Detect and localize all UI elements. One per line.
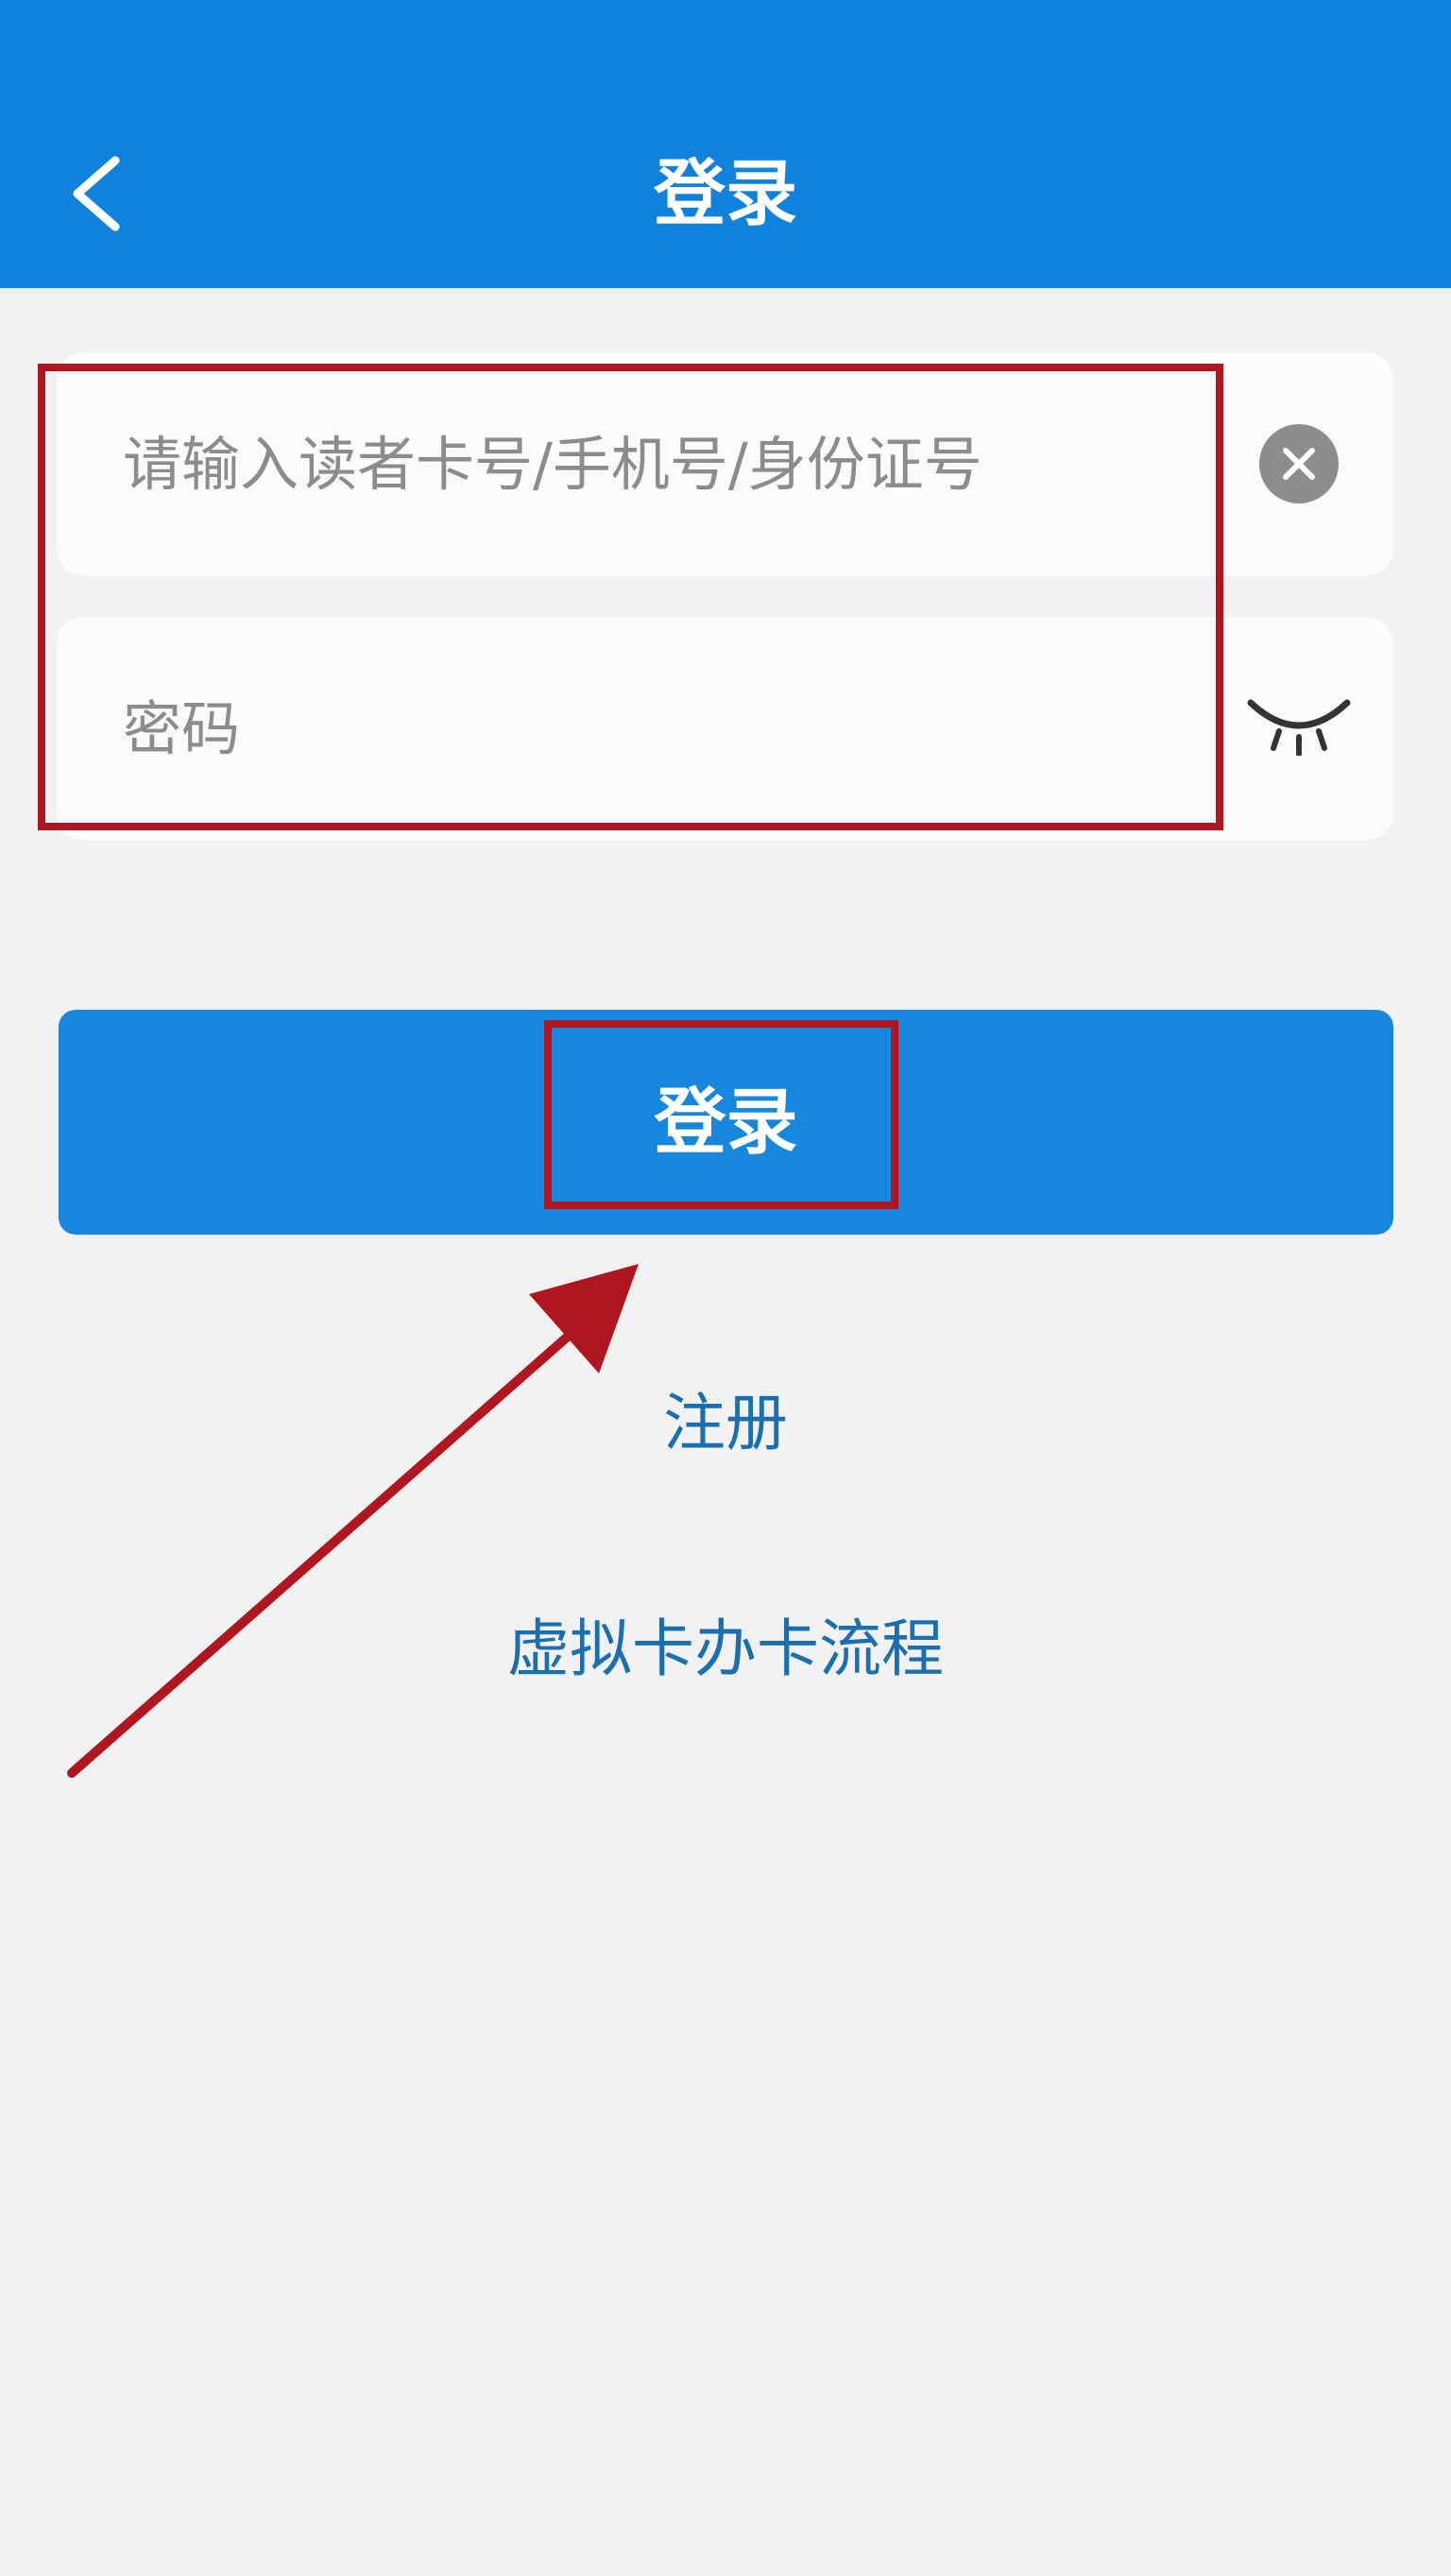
toggle-password-visibility-button[interactable] bbox=[1245, 690, 1353, 756]
login-button-label: 登录 bbox=[654, 1080, 798, 1164]
password-input[interactable] bbox=[123, 617, 1209, 840]
register-link[interactable]: 注册 bbox=[0, 1386, 1451, 1461]
page-title: 登录 bbox=[654, 151, 797, 235]
account-field bbox=[57, 352, 1393, 575]
eye-closed-icon bbox=[1247, 699, 1351, 756]
clear-circle-icon bbox=[1283, 448, 1315, 480]
login-button[interactable]: 登录 bbox=[59, 1010, 1393, 1235]
password-field bbox=[57, 617, 1393, 840]
virtual-card-process-link[interactable]: 虚拟卡办卡流程 bbox=[0, 1612, 1451, 1687]
clear-account-button[interactable] bbox=[1259, 424, 1339, 503]
account-input[interactable] bbox=[123, 352, 1209, 575]
top-bar: 登录 bbox=[0, 0, 1451, 288]
